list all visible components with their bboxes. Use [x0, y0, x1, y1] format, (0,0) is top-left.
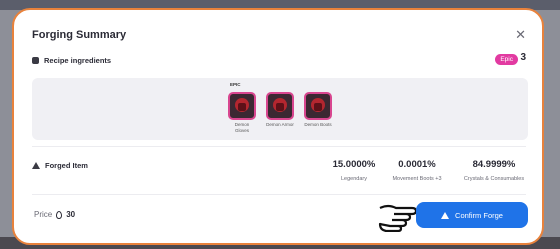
ingredient-thumbnail: [228, 92, 256, 120]
stat-value: 84.9999%: [472, 159, 516, 170]
forged-item-text: Forged Item: [45, 161, 88, 170]
recipe-ingredients-text: Recipe ingredients: [44, 56, 112, 65]
ingredient-name: Demon Boots: [304, 122, 332, 127]
price: Price 30: [34, 210, 75, 219]
stat-label: Movement Boots +3: [392, 176, 442, 182]
rarity-badge: Epic: [495, 54, 518, 65]
divider: [32, 194, 526, 195]
stat-value: 15.0000%: [332, 159, 376, 170]
confirm-forge-button[interactable]: Confirm Forge: [416, 202, 528, 228]
forge-icon: [32, 162, 40, 169]
stat-label: Legendary: [341, 176, 367, 182]
recipe-ingredients-label: Recipe ingredients: [32, 56, 111, 65]
ingredient-item[interactable]: Demon Gloves: [228, 92, 256, 134]
ingredient-item[interactable]: Demon Boots: [304, 92, 332, 128]
divider: [32, 146, 526, 147]
tier-label: EPIC: [230, 82, 241, 87]
ingredient-thumbnail: [266, 92, 294, 120]
price-label: Price: [34, 210, 53, 219]
stat-label: Crystals & Consumables: [463, 176, 525, 182]
ingredients-panel: EPIC Demon Gloves Demon Armor Demon Boot…: [32, 78, 528, 140]
confirm-forge-label: Confirm Forge: [455, 210, 503, 220]
stat-legendary: 15.0000% Legendary: [326, 159, 382, 182]
modal-title: Forging Summary: [32, 29, 127, 41]
ingredient-item[interactable]: Demon Armor: [266, 92, 294, 128]
stat-crystals: 84.9999% Crystals & Consumables: [458, 159, 530, 182]
stat-value: 0.0001%: [398, 159, 436, 170]
price-value: 30: [66, 210, 76, 219]
currency-icon: [56, 210, 63, 219]
close-icon[interactable]: ✕: [515, 27, 526, 43]
forge-icon: [441, 211, 450, 219]
box-icon: [32, 57, 39, 64]
ingredient-name: Demon Armor: [266, 122, 294, 127]
ingredient-thumbnail: [304, 92, 332, 120]
forging-summary-modal: Forging Summary ✕ Recipe ingredients Epi…: [12, 8, 544, 245]
ingredient-count: 3: [520, 52, 526, 63]
ingredient-name: Demon Gloves: [234, 122, 250, 133]
stat-movement-boots: 0.0001% Movement Boots +3: [388, 159, 446, 182]
forged-item-label: Forged Item: [32, 161, 88, 170]
